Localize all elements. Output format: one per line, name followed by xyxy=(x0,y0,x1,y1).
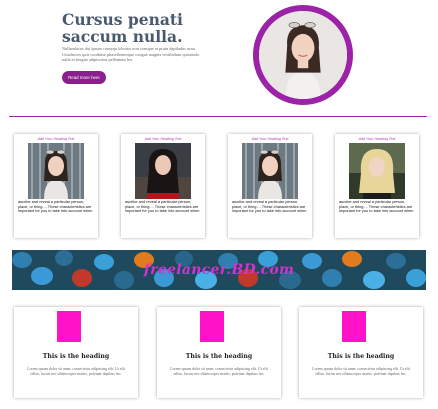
read-more-button[interactable]: Read more here xyxy=(62,71,106,84)
profile-photo xyxy=(135,143,191,199)
profile-card-text: ascribe and reveal a particular person, … xyxy=(339,199,414,214)
profile-card: Add Your Heading Text ascribe and reveal… xyxy=(14,134,98,238)
profile-card-text: ascribe and reveal a particular person, … xyxy=(18,199,93,214)
profile-card-heading[interactable]: Add Your Heading Text xyxy=(335,137,419,141)
profile-card-text: ascribe and reveal a particular person, … xyxy=(232,199,307,214)
promo-banner: freelancer.BD.com xyxy=(12,250,426,290)
feature-card-text: Lorem ipsum dolor sit amet, consectetur … xyxy=(170,367,268,377)
feature-card: This is the heading Lorem ipsum dolor si… xyxy=(14,307,138,398)
feature-card-heading: This is the heading xyxy=(327,353,395,360)
profile-card-heading[interactable]: Add Your Heading Text xyxy=(228,137,312,141)
feature-card-text: Lorem ipsum dolor sit amet, consectetur … xyxy=(27,367,125,377)
feature-card: This is the heading Lorem ipsum dolor si… xyxy=(157,307,281,398)
feature-card-text: Lorem ipsum dolor sit amet, consectetur … xyxy=(312,367,410,377)
feature-card-heading: This is the heading xyxy=(185,353,253,360)
hero-title: Cursus penati saccum nulla. xyxy=(62,10,183,46)
feature-card-heading: This is the heading xyxy=(42,353,110,360)
hero-section: Cursus penati saccum nulla. Nullamlacus … xyxy=(0,0,438,112)
feature-image-placeholder xyxy=(57,311,81,342)
profile-photo xyxy=(349,143,405,199)
profile-card: Add Your Heading Text ascribe and reveal… xyxy=(335,134,419,238)
section-divider xyxy=(9,116,427,117)
feature-image-placeholder xyxy=(200,311,224,342)
profile-photo xyxy=(28,143,84,199)
feature-image-placeholder xyxy=(342,311,366,342)
profile-photo xyxy=(242,143,298,199)
hero-avatar-image xyxy=(253,5,353,105)
banner-text[interactable]: freelancer.BD.com xyxy=(12,250,426,290)
profile-card-heading[interactable]: Add Your Heading Text xyxy=(121,137,205,141)
hero-description: Nullamlacus dui ipsum consequ lobortis n… xyxy=(62,46,200,63)
profile-card-heading[interactable]: Add Your Heading Text xyxy=(14,137,98,141)
profile-card: Add Your Heading Text ascribe and reveal… xyxy=(121,134,205,238)
profile-card: Add Your Heading Text ascribe and reveal… xyxy=(228,134,312,238)
profile-card-text: ascribe and reveal a particular person, … xyxy=(125,199,200,214)
feature-card: This is the heading Lorem ipsum dolor si… xyxy=(299,307,423,398)
